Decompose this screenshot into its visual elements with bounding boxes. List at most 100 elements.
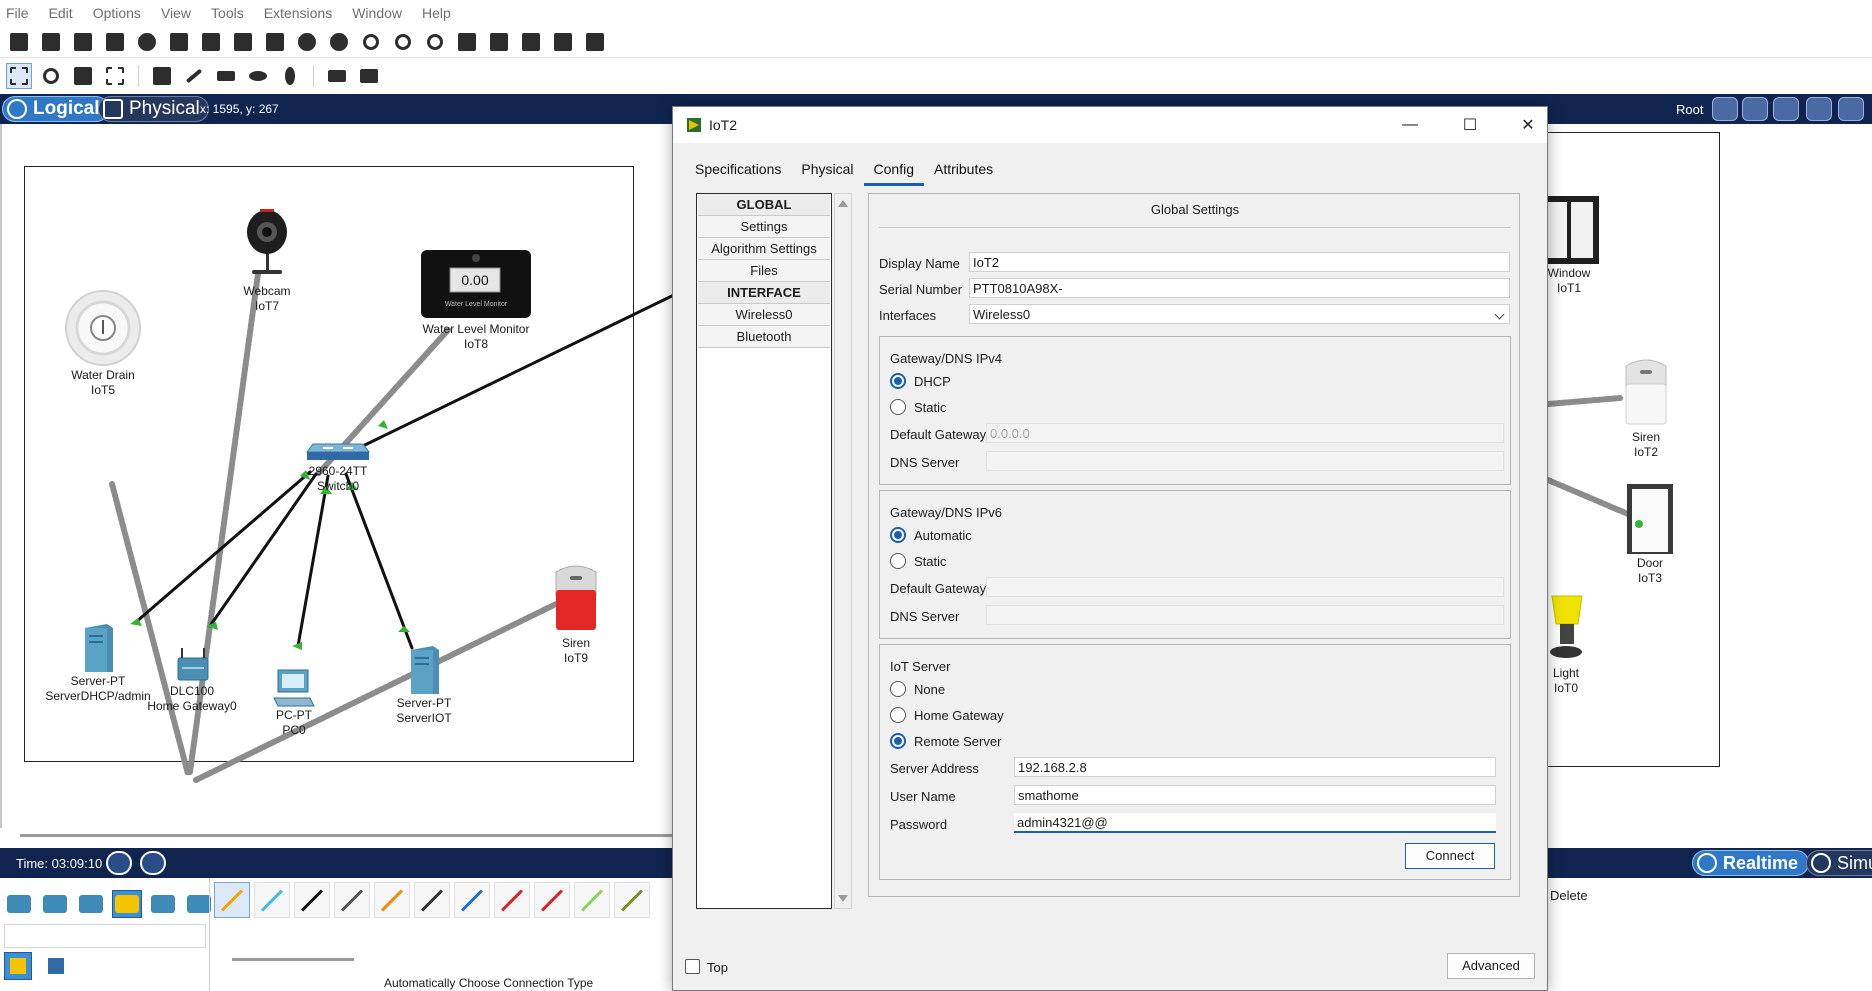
select-icon[interactable]: [6, 63, 32, 89]
workspace-horizontal-scrollbar[interactable]: [20, 834, 680, 837]
zoom-out-icon[interactable]: [422, 29, 448, 55]
octal-cable-icon[interactable]: [574, 882, 610, 918]
screenshot-icon[interactable]: [582, 29, 608, 55]
viewport-icon[interactable]: [550, 29, 576, 55]
sidebar-scrollbar[interactable]: [834, 193, 852, 909]
connect-button[interactable]: Connect: [1405, 843, 1495, 869]
custom-devices-icon[interactable]: [486, 29, 512, 55]
undo-icon[interactable]: [294, 29, 320, 55]
drawing-palette-icon[interactable]: [454, 29, 480, 55]
save-icon[interactable]: [70, 29, 96, 55]
interfaces-select[interactable]: Wireless0: [969, 304, 1510, 324]
sidebar-item-algorithm-settings[interactable]: Algorithm Settings: [698, 238, 830, 260]
move-object-icon[interactable]: [1773, 97, 1799, 121]
draw-rectangle-icon[interactable]: [213, 63, 239, 89]
set-background-icon[interactable]: [1806, 97, 1832, 121]
iot-custom-cable-icon[interactable]: [614, 882, 650, 918]
top-checkbox[interactable]: [685, 959, 700, 974]
siren-iot2-device[interactable]: Siren IoT2: [1616, 356, 1676, 460]
light-device[interactable]: Light IoT0: [1548, 594, 1584, 696]
advanced-button[interactable]: Advanced: [1447, 953, 1535, 979]
notes-icon[interactable]: [518, 29, 544, 55]
realtime-mode-button[interactable]: Realtime: [1692, 850, 1810, 876]
copy-icon[interactable]: [230, 29, 256, 55]
add-simple-pdu-icon[interactable]: [324, 63, 350, 89]
close-icon[interactable]: ✕: [1513, 113, 1543, 137]
add-complex-pdu-icon[interactable]: [356, 63, 382, 89]
activity-wizard-icon[interactable]: [198, 29, 224, 55]
draw-line-icon[interactable]: [181, 63, 207, 89]
menu-tools[interactable]: Tools: [211, 5, 244, 21]
fast-forward-icon[interactable]: [140, 851, 166, 875]
delete-icon[interactable]: [70, 63, 96, 89]
water-level-monitor-device[interactable]: 0.00 Water Level Monitor Water Level Mon…: [414, 248, 538, 352]
link-door[interactable]: [1545, 477, 1631, 517]
menu-help[interactable]: Help: [422, 5, 451, 21]
sidebar-item-wireless0[interactable]: Wireless0: [698, 304, 830, 326]
info-icon[interactable]: [134, 29, 160, 55]
components-icon[interactable]: [76, 890, 106, 918]
scroll-down-icon[interactable]: [838, 895, 848, 902]
fiber-icon[interactable]: [374, 882, 410, 918]
iot-server-home-gateway-radio[interactable]: Home Gateway: [890, 707, 1004, 723]
door-device[interactable]: Door IoT3: [1624, 482, 1676, 586]
scroll-up-icon[interactable]: [838, 200, 848, 207]
redo-icon[interactable]: [326, 29, 352, 55]
link-switch-dhcp[interactable]: [134, 470, 312, 624]
tab-physical[interactable]: Physical: [791, 157, 863, 186]
zoom-reset-icon[interactable]: [390, 29, 416, 55]
connections-icon[interactable]: [112, 890, 142, 918]
iot-server-remote-radio[interactable]: Remote Server: [890, 733, 1001, 749]
link-gateway-siren9[interactable]: [193, 601, 559, 783]
inspect-icon[interactable]: [38, 63, 64, 89]
network-wizard-icon[interactable]: [166, 29, 192, 55]
paste-icon[interactable]: [262, 29, 288, 55]
siren-iot9-device[interactable]: Siren IoT9: [548, 562, 604, 666]
server-iot-device[interactable]: Server-PT ServerIOT: [382, 644, 466, 726]
network-devices-icon[interactable]: [4, 890, 34, 918]
print-icon[interactable]: [102, 29, 128, 55]
place-note-icon[interactable]: [149, 63, 175, 89]
end-devices-icon[interactable]: [40, 890, 70, 918]
menu-view[interactable]: View: [161, 5, 191, 21]
logical-mode-button[interactable]: Logical: [2, 96, 109, 122]
connection-scrollbar[interactable]: [232, 958, 354, 961]
menu-window[interactable]: Window: [352, 5, 402, 21]
draw-ellipse-icon[interactable]: [245, 63, 271, 89]
freeform-icon[interactable]: [277, 63, 303, 89]
display-name-input[interactable]: IoT2: [969, 252, 1510, 272]
ipv4-static-radio[interactable]: Static: [890, 399, 947, 415]
copper-cross-icon[interactable]: [334, 882, 370, 918]
ipv6-automatic-radio[interactable]: Automatic: [890, 527, 972, 543]
link-switch-pc[interactable]: [296, 474, 330, 648]
copper-straight-icon[interactable]: [294, 882, 330, 918]
auto-connection-icon[interactable]: [214, 882, 250, 918]
coaxial-icon[interactable]: [454, 882, 490, 918]
menu-edit[interactable]: Edit: [49, 5, 73, 21]
tab-attributes[interactable]: Attributes: [924, 157, 1003, 186]
new-file-icon[interactable]: [6, 29, 32, 55]
switch-device[interactable]: 2960-24TT Switch0: [298, 436, 378, 494]
miscellaneous-icon[interactable]: [148, 890, 178, 918]
cluster-cloud-icon[interactable]: [1742, 97, 1768, 121]
link-siren2[interactable]: [1545, 395, 1623, 407]
menu-file[interactable]: File: [6, 5, 29, 21]
ipv4-dhcp-radio[interactable]: DHCP: [890, 373, 951, 389]
dialog-title-bar[interactable]: IoT2 — ☐ ✕: [673, 107, 1547, 143]
zoom-in-icon[interactable]: [358, 29, 384, 55]
server-address-input[interactable]: 192.168.2.8: [1014, 757, 1496, 777]
menu-options[interactable]: Options: [93, 5, 141, 21]
sidebar-item-bluetooth[interactable]: Bluetooth: [698, 326, 830, 348]
link-switch-serveriot[interactable]: [344, 472, 414, 650]
open-folder-icon[interactable]: [38, 29, 64, 55]
pc-device[interactable]: PC-PT PC0: [266, 668, 322, 738]
power-cycle-icon[interactable]: [106, 851, 132, 875]
resize-shape-icon[interactable]: [102, 63, 128, 89]
serial-number-input[interactable]: PTT0810A98X-: [969, 278, 1510, 298]
iot-server-none-radio[interactable]: None: [890, 681, 945, 697]
structured-cabling-icon[interactable]: [42, 952, 70, 980]
sidebar-item-settings[interactable]: Settings: [698, 216, 830, 238]
menu-extensions[interactable]: Extensions: [264, 5, 332, 21]
serial-dte-icon[interactable]: [534, 882, 570, 918]
tab-config[interactable]: Config: [863, 157, 924, 186]
